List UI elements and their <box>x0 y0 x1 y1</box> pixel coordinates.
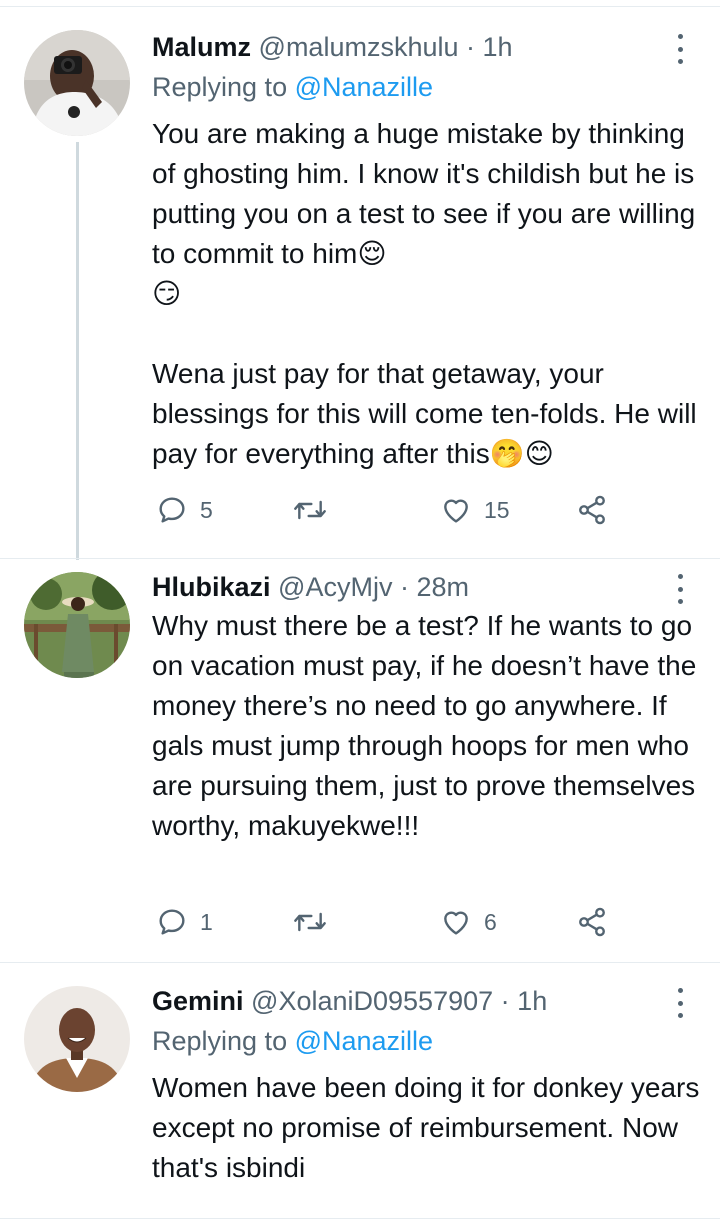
share-button[interactable] <box>576 490 608 530</box>
separator-dot: · <box>466 32 476 62</box>
tweet-actions: 5 15 <box>152 490 622 530</box>
reply-icon <box>159 497 185 523</box>
display-name[interactable]: Malumz <box>152 32 251 62</box>
tweet-gemini[interactable]: Gemini @XolaniD09557907 · 1h Replying to… <box>0 984 720 1218</box>
timestamp[interactable]: 1h <box>483 32 513 62</box>
timestamp[interactable]: 1h <box>517 986 547 1016</box>
tweet-header: Malumz @malumzskhulu · 1h <box>152 30 513 64</box>
separator-dot: · <box>399 572 409 602</box>
tweet-divider <box>0 962 720 963</box>
tweet-divider <box>0 558 720 559</box>
user-handle[interactable]: @AcyMjv <box>278 572 392 602</box>
user-handle[interactable]: @XolaniD09557907 <box>251 986 493 1016</box>
retweet-icon <box>294 500 326 520</box>
more-icon[interactable] <box>672 574 688 604</box>
share-button[interactable] <box>576 902 608 942</box>
replying-to: Replying to @Nanazille <box>152 1024 433 1058</box>
mention-link[interactable]: @Nanazille <box>295 1026 433 1056</box>
tweet-header: Hlubikazi @AcyMjv · 28m <box>152 570 469 604</box>
retweet-button[interactable] <box>292 902 340 942</box>
retweet-icon <box>294 912 326 932</box>
top-divider <box>0 0 720 7</box>
user-handle[interactable]: @malumzskhulu <box>259 32 459 62</box>
tweet-text: Women have been doing it for donkey year… <box>152 1072 708 1183</box>
separator-dot: · <box>500 986 510 1016</box>
reply-button[interactable]: 5 <box>156 490 213 530</box>
tweet-malumz[interactable]: Malumz @malumzskhulu · 1h Replying to @N… <box>0 30 720 560</box>
reply-count: 5 <box>200 496 213 523</box>
tweet-text: You are making a huge mistake by thinkin… <box>152 118 697 469</box>
more-icon[interactable] <box>672 34 688 64</box>
heart-icon <box>444 499 468 523</box>
timestamp[interactable]: 28m <box>417 572 470 602</box>
tweet-hlubikazi[interactable]: Hlubikazi @AcyMjv · 28m Why must there b… <box>0 570 720 950</box>
heart-icon <box>444 911 468 935</box>
tweet-text: Why must there be a test? If he wants to… <box>152 610 705 841</box>
like-count: 15 <box>484 496 510 523</box>
tweet-header: Gemini @XolaniD09557907 · 1h <box>152 984 547 1018</box>
replying-to-label: Replying to <box>152 1026 295 1056</box>
retweet-button[interactable] <box>292 490 340 530</box>
tweet-actions: 1 6 <box>152 902 622 942</box>
like-button[interactable]: 6 <box>440 902 497 942</box>
replying-to-label: Replying to <box>152 72 295 102</box>
display-name[interactable]: Hlubikazi <box>152 572 271 602</box>
display-name[interactable]: Gemini <box>152 986 244 1016</box>
more-icon[interactable] <box>672 988 688 1018</box>
reply-count: 1 <box>200 908 213 935</box>
mention-link[interactable]: @Nanazille <box>295 72 433 102</box>
reply-button[interactable]: 1 <box>156 902 213 942</box>
avatar[interactable] <box>24 572 130 678</box>
reply-icon <box>159 909 185 935</box>
like-count: 6 <box>484 908 497 935</box>
avatar[interactable] <box>24 986 130 1092</box>
share-icon <box>579 907 605 937</box>
share-icon <box>579 495 605 525</box>
thread-connector-line <box>76 142 79 560</box>
replying-to: Replying to @Nanazille <box>152 70 433 104</box>
avatar[interactable] <box>24 30 130 136</box>
like-button[interactable]: 15 <box>440 490 510 530</box>
